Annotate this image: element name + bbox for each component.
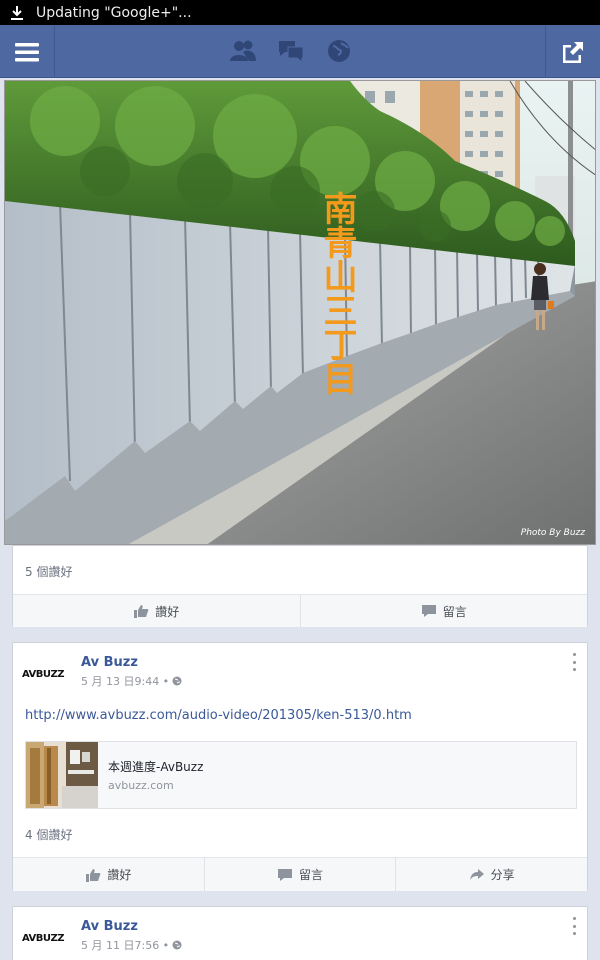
avatar-logo: AVBUZZ (21, 668, 65, 680)
comment-label: 留言 (299, 868, 324, 882)
share-arrow-icon (469, 868, 484, 880)
public-globe-icon (172, 676, 182, 686)
messages-icon[interactable] (276, 37, 306, 65)
top-nav-bar (0, 25, 600, 78)
link-title: 本週進度-AvBuzz (108, 760, 204, 774)
thumbs-up-icon (86, 868, 101, 882)
avatar[interactable]: AVBUZZ (21, 657, 65, 691)
like-count[interactable]: 5 個讚好 (13, 563, 72, 580)
comment-icon (278, 868, 292, 881)
post-link[interactable]: http://www.avbuzz.com/audio-video/201305… (25, 708, 412, 723)
comment-label: 留言 (442, 604, 467, 619)
download-icon (11, 5, 23, 20)
photo-title: 南青山三丁目 (317, 191, 357, 395)
post-meta: 5 月 13 日9:44 • (81, 673, 182, 689)
public-globe-icon (172, 940, 182, 950)
thumbs-up-icon (134, 605, 149, 618)
external-share-icon (563, 41, 583, 63)
author-name[interactable]: Av Buzz (81, 655, 182, 670)
street-photo (5, 81, 595, 544)
author-name[interactable]: Av Buzz (81, 919, 182, 934)
post-time[interactable]: 5 月 11 日7:56 • (81, 937, 169, 953)
like-label: 讚好 (107, 868, 132, 882)
more-options-icon[interactable] (571, 917, 577, 935)
more-options-icon[interactable] (571, 653, 577, 671)
like-button[interactable]: 讚好 (13, 858, 204, 891)
like-button[interactable]: 讚好 (13, 595, 300, 627)
post-card-1: 5 個讚好 讚好 留言 (12, 545, 588, 627)
friends-icon[interactable] (228, 37, 258, 65)
share-button[interactable] (545, 25, 600, 78)
share-label: 分享 (490, 868, 515, 882)
post-card-3: AVBUZZ Av Buzz 5 月 11 日7:56 • (12, 906, 588, 960)
status-bar: Updating "Google+"... (0, 0, 600, 25)
comment-button[interactable]: 留言 (203, 858, 396, 891)
avatar[interactable]: AVBUZZ (21, 921, 65, 955)
post-header: AVBUZZ Av Buzz 5 月 11 日7:56 • (21, 919, 182, 955)
post-card-2: AVBUZZ Av Buzz 5 月 13 日9:44 • http://www… (12, 642, 588, 891)
like-count[interactable]: 4 個讚好 (13, 826, 72, 843)
share-post-button[interactable]: 分享 (395, 858, 587, 891)
status-text: Updating "Google+"... (36, 4, 192, 21)
comment-button[interactable]: 留言 (299, 595, 588, 627)
menu-button[interactable] (0, 25, 55, 78)
globe-icon[interactable] (324, 37, 354, 65)
post-meta: 5 月 11 日7:56 • (81, 937, 182, 953)
like-label: 讚好 (155, 604, 180, 619)
post-photo[interactable]: 南青山三丁目 Photo By Buzz (4, 80, 596, 545)
nav-icons (228, 37, 354, 65)
avatar-logo: AVBUZZ (21, 932, 65, 944)
comment-icon (421, 605, 436, 617)
link-thumbnail (26, 742, 98, 808)
link-domain: avbuzz.com (108, 779, 174, 792)
action-bar: 讚好 留言 (13, 594, 587, 627)
post-time[interactable]: 5 月 13 日9:44 • (81, 673, 169, 689)
menu-icon (15, 42, 39, 61)
link-preview[interactable]: 本週進度-AvBuzz avbuzz.com (25, 741, 577, 809)
photo-credit: Photo By Buzz (520, 528, 585, 538)
action-bar: 讚好 留言 分享 (13, 857, 587, 891)
post-header: AVBUZZ Av Buzz 5 月 13 日9:44 • (21, 655, 182, 691)
